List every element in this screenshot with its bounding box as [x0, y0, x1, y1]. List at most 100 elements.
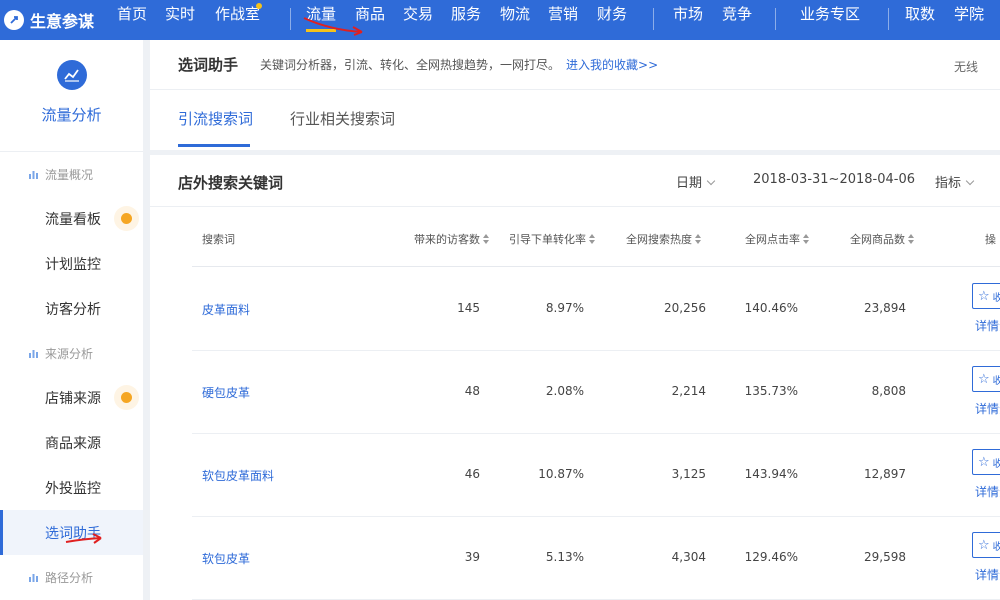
sidebar-item-label: 计划监控	[45, 256, 101, 273]
nav-competition[interactable]: 竞争	[722, 0, 752, 40]
helper-bar: 选词助手 关键词分析器，引流、转化、全网热搜趋势，一网打尽。 进入我的收藏>>	[150, 40, 1000, 90]
details-link[interactable]: 详情分	[975, 566, 1000, 583]
sidebar-item-label: 商品来源	[45, 435, 101, 452]
favorite-button[interactable]: ☆ 收	[972, 283, 1000, 309]
notification-dot-icon	[256, 3, 262, 9]
sort-icon	[803, 234, 810, 244]
sidebar-item-store-source[interactable]: 店铺来源	[0, 375, 143, 420]
sort-icon	[908, 234, 915, 244]
active-tab-indicator	[178, 144, 250, 147]
favorite-label: 收	[992, 292, 1000, 304]
metric-dropdown[interactable]: 指标	[935, 172, 975, 191]
nav-finance[interactable]: 财务	[597, 0, 627, 40]
date-range[interactable]: 2018-03-31~2018-04-06	[753, 172, 915, 187]
details-link[interactable]: 详情分	[975, 483, 1000, 500]
nav-divider	[290, 8, 291, 30]
orange-dot-icon	[121, 392, 132, 403]
red-arrow-annotation-icon	[303, 17, 363, 36]
nav-home[interactable]: 首页	[117, 0, 147, 40]
table-row: 硬包皮革 48 2.08% 2,214 135.73% 8,808 ☆收 详情分	[192, 351, 1000, 434]
nav-academy[interactable]: 学院	[954, 0, 984, 40]
star-icon: ☆	[978, 288, 990, 304]
nav-divider	[653, 8, 654, 30]
heat-value: 20,256	[664, 301, 706, 315]
products-value: 8,808	[871, 384, 906, 398]
keyword-link[interactable]: 软包皮革面料	[202, 467, 274, 484]
sidebar-item-label: 店铺来源	[45, 390, 101, 407]
sidebar-item-label: 访客分析	[45, 301, 101, 318]
sort-icon	[695, 234, 702, 244]
column-header-label: 全网点击率	[745, 233, 800, 246]
helper-description: 关键词分析器，引流、转化、全网热搜趋势，一网打尽。	[260, 58, 561, 72]
column-header-action: 操	[985, 233, 996, 246]
column-header-keyword: 搜索词	[202, 233, 235, 246]
nav-business-zone[interactable]: 业务专区	[800, 0, 860, 40]
nav-divider	[888, 8, 889, 30]
column-header-heat[interactable]: 全网搜索热度	[626, 231, 702, 247]
favorite-button[interactable]: ☆ 收	[972, 449, 1000, 475]
favorite-button[interactable]: ☆ 收	[972, 366, 1000, 392]
brand[interactable]: 生意参谋	[0, 0, 108, 40]
star-icon: ☆	[978, 371, 990, 387]
details-link[interactable]: 详情分	[975, 317, 1000, 334]
orange-dot-icon	[121, 213, 132, 224]
sidebar-item-label: 流量看板	[45, 211, 101, 228]
bar-chart-icon	[29, 349, 38, 358]
tab-industry-keywords[interactable]: 行业相关搜索词	[290, 108, 395, 129]
favorite-button[interactable]: ☆ 收	[972, 532, 1000, 558]
nav-realtime[interactable]: 实时	[165, 0, 195, 40]
column-header-products[interactable]: 全网商品数	[850, 231, 915, 247]
keyword-link[interactable]: 皮革面料	[202, 301, 250, 318]
keyword-helper-panel: 选词助手 关键词分析器，引流、转化、全网热搜趋势，一网打尽。 进入我的收藏>> …	[150, 40, 1000, 150]
favorite-label: 收	[992, 375, 1000, 387]
nav-logistics[interactable]: 物流	[500, 0, 530, 40]
column-header-visitors[interactable]: 带来的访客数	[414, 231, 490, 247]
date-label: 日期	[676, 176, 703, 191]
nav-market[interactable]: 市场	[673, 0, 703, 40]
visitors-value: 48	[464, 384, 480, 398]
keyword-link[interactable]: 硬包皮革	[202, 384, 250, 401]
details-link[interactable]: 详情分	[975, 400, 1000, 417]
nav-war-room[interactable]: 作战室	[215, 0, 260, 40]
keywords-panel: 店外搜索关键词 日期 2018-03-31~2018-04-06 指标 搜索词 …	[150, 155, 1000, 600]
nav-marketing[interactable]: 营销	[548, 0, 578, 40]
star-icon: ☆	[978, 537, 990, 553]
sidebar-title: 流量分析	[41, 106, 102, 124]
ctr-value: 135.73%	[744, 384, 798, 398]
conversion-value: 5.13%	[545, 550, 584, 564]
nav-service[interactable]: 服务	[451, 0, 481, 40]
favorite-label: 收	[992, 541, 1000, 553]
bar-chart-icon	[29, 573, 38, 582]
sidebar-group-label: 来源分析	[45, 346, 94, 361]
favorites-link[interactable]: 进入我的收藏>>	[566, 56, 658, 73]
section-header: 店外搜索关键词 日期 2018-03-31~2018-04-06 指标	[150, 155, 1000, 207]
ctr-value: 140.46%	[744, 301, 798, 315]
column-header-label: 带来的访客数	[414, 233, 480, 246]
sidebar-item-keyword-helper[interactable]: 选词助手	[0, 510, 143, 555]
heat-value: 3,125	[671, 467, 706, 481]
sidebar-item-ad-monitor[interactable]: 外投监控	[0, 465, 143, 510]
sidebar-item-plan-monitor[interactable]: 计划监控	[0, 241, 143, 286]
column-header-ctr[interactable]: 全网点击率	[745, 231, 810, 247]
favorite-label: 收	[992, 458, 1000, 470]
tab-traffic-keywords[interactable]: 引流搜索词	[178, 108, 253, 129]
heat-value: 4,304	[671, 550, 706, 564]
sidebar-group-label: 流量概况	[45, 167, 94, 182]
sidebar-item-visitor-analysis[interactable]: 访客分析	[0, 286, 143, 331]
column-header-label: 引导下单转化率	[509, 233, 586, 246]
date-dropdown[interactable]: 日期	[676, 172, 716, 191]
brand-name: 生意参谋	[30, 12, 95, 31]
section-title: 店外搜索关键词	[178, 174, 284, 192]
products-value: 29,598	[864, 550, 906, 564]
column-header-conversion[interactable]: 引导下单转化率	[509, 231, 596, 247]
sidebar-item-traffic-board[interactable]: 流量看板	[0, 196, 143, 241]
keyword-link[interactable]: 软包皮革	[202, 550, 250, 567]
sidebar-item-product-source[interactable]: 商品来源	[0, 420, 143, 465]
chevron-down-icon	[965, 176, 975, 186]
nav-data-fetch[interactable]: 取数	[905, 0, 935, 40]
table-row: 软包皮革 39 5.13% 4,304 129.46% 29,598 ☆ 收 详情…	[192, 517, 1000, 600]
nav-trade[interactable]: 交易	[403, 0, 433, 40]
visitors-value: 46	[464, 467, 480, 481]
brand-logo-icon	[4, 10, 24, 30]
wireless-toggle[interactable]: 无线	[954, 58, 978, 75]
